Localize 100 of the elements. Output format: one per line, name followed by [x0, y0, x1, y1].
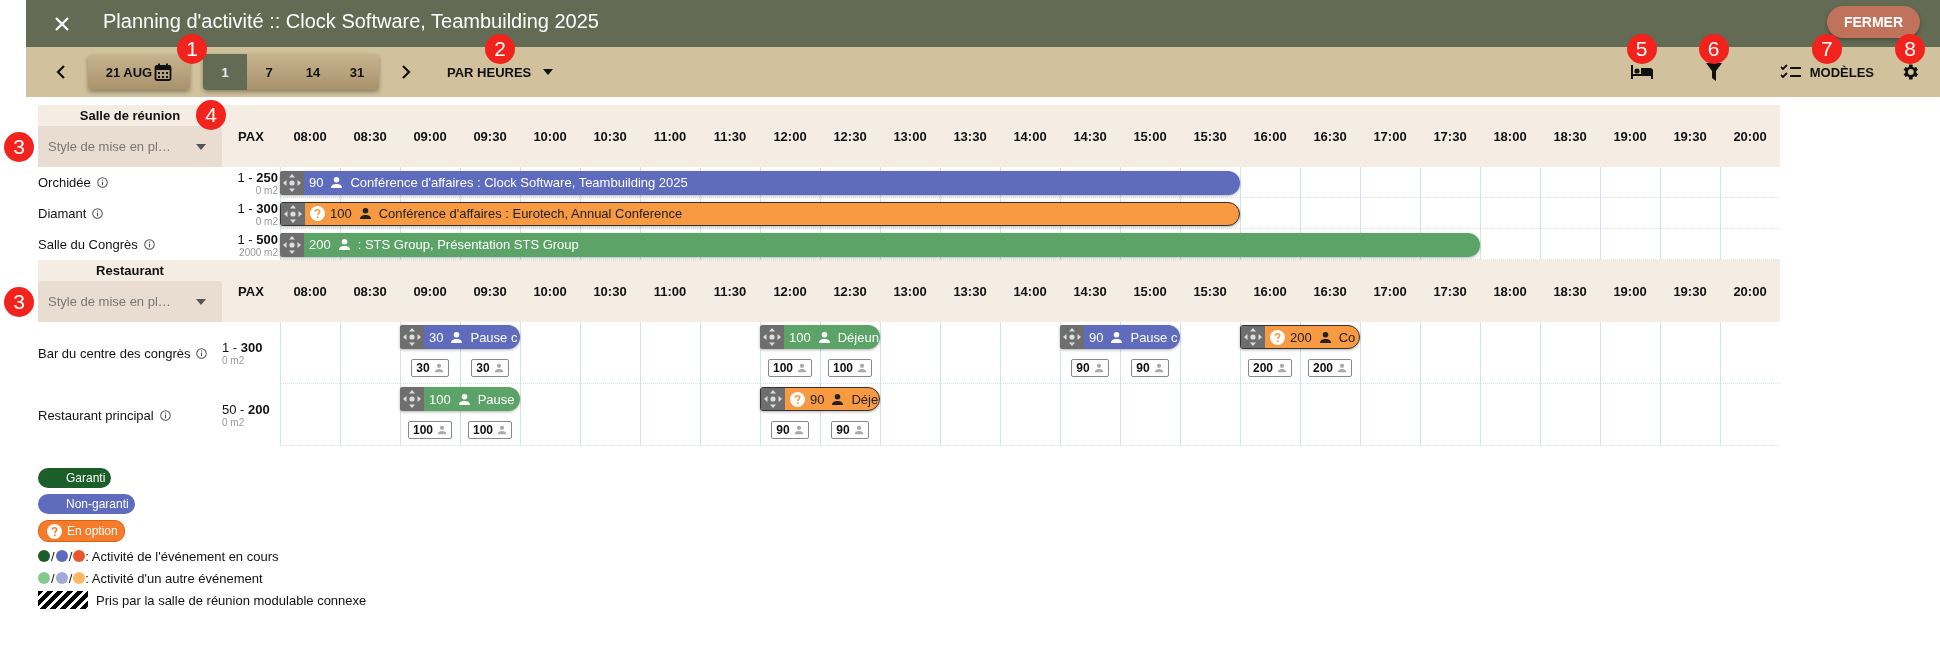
bed-icon[interactable]	[1629, 64, 1654, 80]
chevron-right-icon[interactable]	[401, 65, 411, 79]
room-area: 0 m2	[222, 355, 245, 366]
room-area: 0 m2	[255, 184, 278, 196]
callout-number: 6	[1698, 34, 1729, 64]
day-range-tab[interactable]: 7	[247, 54, 291, 90]
layout-style-select[interactable]: Style de mise en pl…	[38, 126, 222, 167]
column-heading: 18:00	[1492, 128, 1528, 144]
room-area: 0 m2	[222, 417, 245, 428]
column-heading: 12:00	[772, 283, 808, 299]
column-heading: 09:30	[472, 128, 508, 144]
room-name: Bar du centre des congrès	[38, 345, 191, 361]
capacity-range: 1 - 300	[237, 200, 278, 216]
booking-bar[interactable]: 100 Déjeun	[760, 325, 880, 349]
caret-icon	[196, 143, 206, 150]
booking-label: Pause c	[1130, 329, 1178, 345]
guest-count: 30	[429, 329, 444, 345]
column-heading: 15:30	[1192, 283, 1228, 299]
move-handle-icon[interactable]	[400, 325, 424, 349]
person-icon	[457, 392, 471, 406]
section-title: Salle de réunion	[79, 108, 181, 123]
move-handle-icon[interactable]	[761, 388, 785, 410]
person-icon	[1277, 363, 1287, 373]
info-icon[interactable]	[143, 239, 155, 250]
info-icon[interactable]	[92, 208, 104, 219]
callout-number: 2	[485, 34, 516, 64]
column-heading: 09:30	[472, 283, 508, 299]
person-icon	[793, 425, 804, 435]
question-icon	[1270, 329, 1285, 345]
guest-count: 200	[309, 237, 331, 252]
slot-count: 90	[1076, 361, 1090, 375]
move-handle-icon[interactable]	[760, 325, 784, 349]
person-icon	[831, 392, 845, 406]
separator: /	[51, 548, 55, 564]
booking-bar[interactable]: 200 Co	[1240, 325, 1360, 349]
person-icon	[493, 363, 504, 373]
booking-label: Pause	[477, 391, 515, 407]
slot-count: 100	[773, 361, 793, 375]
column-heading: 14:30	[1072, 283, 1108, 299]
filter-icon[interactable]	[1705, 63, 1722, 81]
column-heading: 15:30	[1192, 128, 1228, 144]
view-mode-dropdown[interactable]: PAR HEURES	[441, 63, 560, 81]
move-handle-icon[interactable]	[280, 170, 304, 195]
section-title: Restaurant	[96, 263, 164, 278]
person-icon	[330, 176, 344, 189]
status-legend-pill: En option	[38, 520, 125, 542]
slot-count: 200	[1253, 361, 1273, 375]
column-heading: 08:30	[352, 128, 388, 144]
column-heading: 14:00	[1012, 283, 1048, 299]
close-button[interactable]: FERMER	[1826, 6, 1920, 38]
separator: /	[68, 570, 73, 586]
close-icon[interactable]	[54, 15, 70, 32]
templates-button[interactable]: MODÈLES	[1773, 63, 1880, 81]
question-icon	[310, 206, 325, 221]
column-heading: 09:00	[412, 283, 448, 299]
booking-bar[interactable]: 30 Pause c	[400, 325, 520, 349]
person-icon	[450, 330, 464, 344]
booking-bar[interactable]: 90 Conférence d'affaires : Clock Software, Teambuilding 2025	[280, 170, 1240, 195]
column-heading: 18:30	[1552, 128, 1588, 144]
person-icon	[797, 363, 807, 373]
info-icon[interactable]	[96, 177, 108, 188]
column-heading: 20:00	[1732, 283, 1768, 299]
column-heading: 13:30	[952, 283, 988, 299]
person-icon	[437, 425, 447, 435]
info-icon[interactable]	[159, 409, 171, 421]
status-legend-pill: Non-garanti	[38, 494, 135, 514]
separator: /	[68, 548, 73, 564]
move-handle-icon[interactable]	[1241, 326, 1265, 348]
info-icon[interactable]	[196, 347, 208, 359]
booking-bar[interactable]: 200 : STS Group, Présentation STS Group	[280, 232, 1480, 257]
column-heading: 12:00	[772, 128, 808, 144]
booking-bar[interactable]: 90 Déje	[760, 387, 880, 411]
move-handle-icon[interactable]	[281, 202, 305, 225]
day-range-tab[interactable]: 1	[203, 54, 247, 90]
status-legend-pill: Garanti	[38, 468, 112, 488]
booking-bar[interactable]: 100 Conférence d'affaires : Eurotech, Annual Conference	[280, 201, 1240, 226]
guest-count: 90	[309, 175, 324, 190]
day-range-tab[interactable]: 14	[291, 54, 335, 90]
capacity-range: 1 - 300	[222, 340, 263, 355]
booking-bar[interactable]: 100 Pause	[400, 387, 520, 411]
layout-style-select[interactable]: Style de mise en pl…	[38, 281, 222, 322]
column-heading: 16:00	[1252, 128, 1288, 144]
booking-bar[interactable]: 90 Pause c	[1060, 325, 1180, 349]
move-handle-icon[interactable]	[1060, 325, 1084, 349]
move-handle-icon[interactable]	[280, 232, 304, 257]
column-heading: 13:00	[892, 128, 928, 144]
callout-number: 3	[4, 286, 34, 317]
callout-number: 4	[196, 100, 226, 130]
column-heading: 16:00	[1252, 283, 1288, 299]
move-handle-icon[interactable]	[400, 387, 424, 411]
room-name: Salle du Congrès	[38, 237, 138, 252]
capacity-range: 50 - 200	[222, 402, 270, 417]
column-heading: 11:00	[652, 128, 688, 144]
day-range-tab[interactable]: 31	[335, 54, 379, 90]
guest-count: 100	[789, 329, 811, 345]
column-heading: PAX	[237, 283, 265, 299]
chevron-left-icon[interactable]	[56, 65, 66, 79]
checklist-icon	[1779, 64, 1802, 80]
column-heading: 09:00	[412, 128, 448, 144]
slot-count: 90	[1136, 361, 1150, 375]
